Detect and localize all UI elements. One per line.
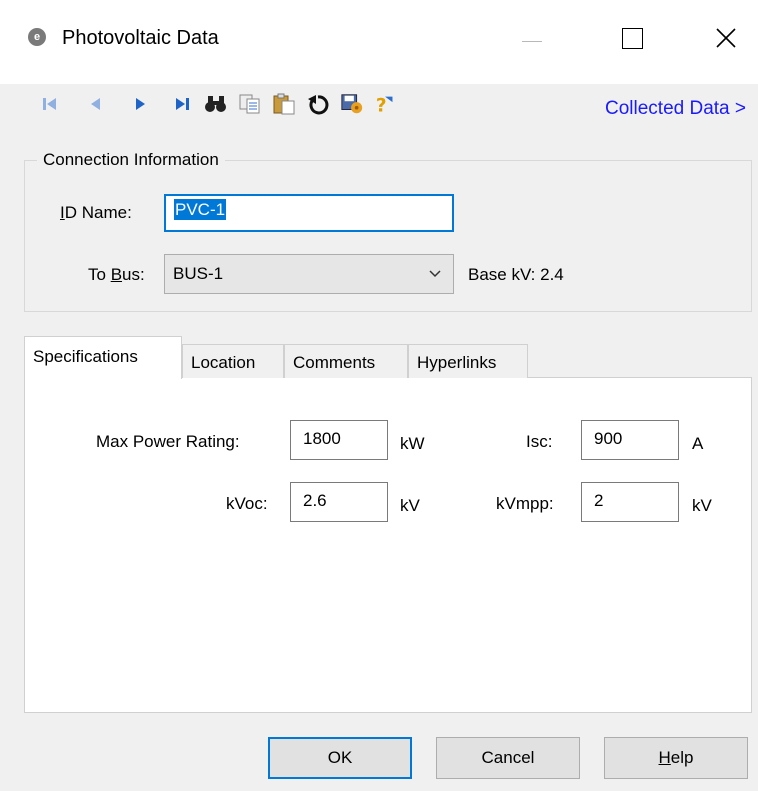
window-title: Photovoltaic Data [62,27,219,49]
tab-hyperlinks[interactable]: Hyperlinks [408,344,528,378]
last-record-icon[interactable] [170,92,194,116]
isc-input[interactable]: 900 [581,420,679,460]
chevron-down-icon [429,270,441,278]
kvoc-input[interactable]: 2.6 [290,482,388,522]
to-bus-value: BUS-1 [173,264,224,283]
save-defaults-icon[interactable] [340,92,364,116]
kvmpp-label: kVmpp: [496,494,554,513]
to-bus-label: To Bus: [88,265,145,284]
help-pointer-icon[interactable]: ? [374,92,398,116]
maximize-button[interactable] [602,14,662,62]
kvmpp-input[interactable]: 2 [581,482,679,522]
id-name-input[interactable]: PVC-1 [164,194,454,232]
max-power-unit: kW [400,434,425,453]
undo-icon[interactable] [306,92,330,116]
close-icon [716,28,736,48]
max-power-label: Max Power Rating: [96,432,240,451]
previous-record-icon[interactable] [84,92,108,116]
first-record-icon[interactable] [38,92,62,116]
paste-icon[interactable] [272,92,296,116]
tab-specifications[interactable]: Specifications [24,336,182,379]
max-power-input[interactable]: 1800 [290,420,388,460]
minimize-button[interactable] [502,14,562,62]
title-bar: e Photovoltaic Data [0,0,758,84]
app-e-icon: e [28,28,46,46]
kvoc-unit: kV [400,496,420,515]
kvmpp-unit: kV [692,496,712,515]
find-icon[interactable] [204,92,228,116]
copy-icon[interactable] [238,92,262,116]
ok-button[interactable]: OK [268,737,412,779]
next-record-icon[interactable] [128,92,152,116]
svg-text:?: ? [376,95,387,116]
connection-info-legend: Connection Information [37,150,225,170]
id-name-label: ID Name: [60,203,132,222]
cancel-button[interactable]: Cancel [436,737,580,779]
close-button[interactable] [696,14,756,62]
help-button[interactable]: Help [604,737,748,779]
kvoc-label: kVoc: [226,494,268,513]
isc-label: Isc: [526,432,553,451]
toolbar: ? Collected Data > [0,84,758,142]
to-bus-select[interactable]: BUS-1 [164,254,454,294]
isc-unit: A [692,434,704,453]
base-kv-label: Base kV: 2.4 [468,265,564,284]
tab-location[interactable]: Location [182,344,284,378]
collected-data-link[interactable]: Collected Data > [605,98,746,120]
tab-comments[interactable]: Comments [284,344,408,378]
